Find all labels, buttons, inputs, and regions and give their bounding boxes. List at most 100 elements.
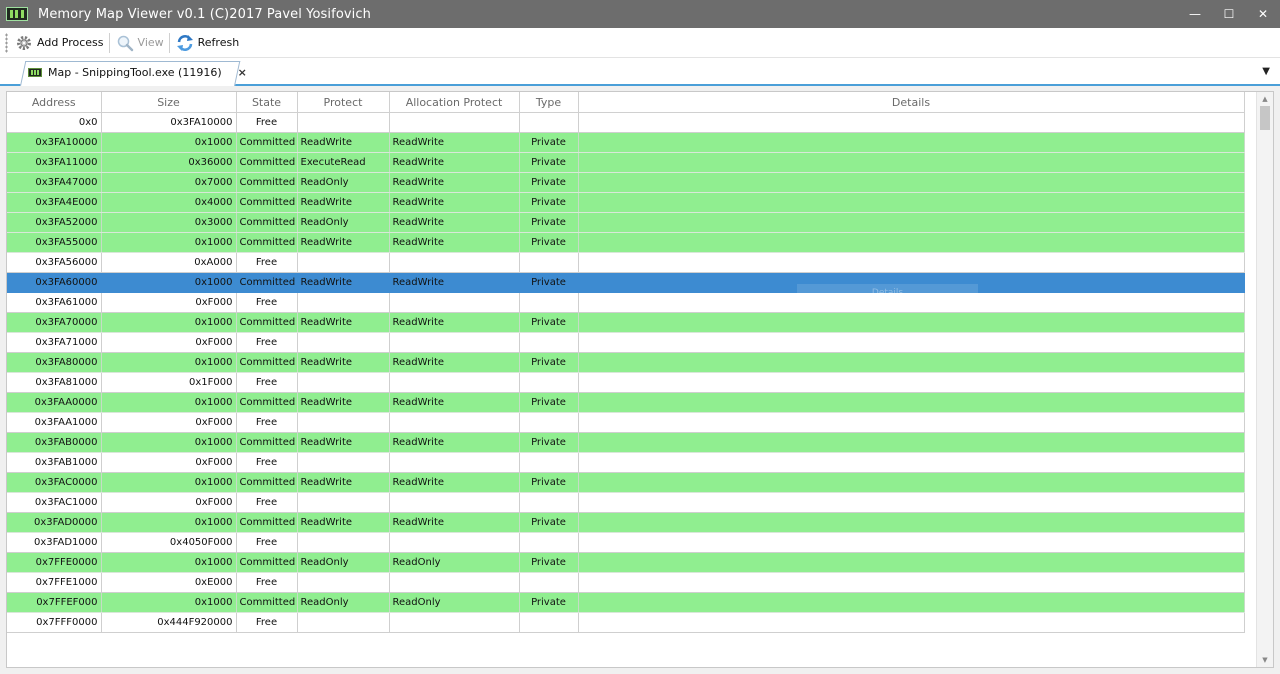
table-row[interactable]: 0x3FA70000 0x1000 Committed ReadWrite ReadWr… <box>7 312 1245 333</box>
table-row[interactable]: 0x3FA60000 0x1000 Committed ReadWrite ReadWr… <box>7 272 1245 293</box>
cell-protect: ReadWrite <box>297 472 390 493</box>
table-row[interactable]: 0x3FA81000 0x1F000 Free <box>7 372 1245 393</box>
cell-address: 0x3FA55000 <box>7 232 102 253</box>
cell-address: 0x3FA60000 <box>7 272 102 293</box>
table-row[interactable]: 0x7FFEF000 0x1000 Committed ReadOnly ReadOnl… <box>7 592 1245 613</box>
cell-address: 0x7FFE1000 <box>7 572 102 593</box>
table-row[interactable]: 0x3FAA1000 0xF000 Free <box>7 412 1245 433</box>
cell-state: Free <box>236 332 298 353</box>
cell-address: 0x3FAD1000 <box>7 532 102 553</box>
table-row[interactable]: 0x7FFE1000 0xE000 Free <box>7 572 1245 593</box>
cell-protect: ReadWrite <box>297 312 390 333</box>
memory-map-table: Address Size State Protect Allocation Pr… <box>7 92 1245 633</box>
cell-allocation-protect <box>389 372 520 393</box>
cell-protect: ReadWrite <box>297 352 390 373</box>
table-row[interactable]: 0x3FA47000 0x7000 Committed ReadOnly ReadWri… <box>7 172 1245 193</box>
cell-size: 0x7000 <box>101 172 237 193</box>
cell-protect <box>297 372 390 393</box>
cell-address: 0x3FA80000 <box>7 352 102 373</box>
cell-size: 0x1000 <box>101 472 237 493</box>
cell-type: Private <box>519 152 579 173</box>
column-header-address[interactable]: Address <box>7 92 102 113</box>
cell-size: 0xF000 <box>101 292 237 313</box>
table-row[interactable]: 0x3FA71000 0xF000 Free <box>7 332 1245 353</box>
table-row[interactable]: 0x3FA11000 0x36000 Committed ExecuteRead Rea… <box>7 152 1245 173</box>
table-row[interactable]: 0x3FAC1000 0xF000 Free <box>7 492 1245 513</box>
cell-details <box>578 552 1245 573</box>
table-row[interactable]: 0x3FAB0000 0x1000 Committed ReadWrite ReadWr… <box>7 432 1245 453</box>
cell-state: Committed <box>236 592 298 613</box>
title-bar: Memory Map Viewer v0.1 (C)2017 Pavel Yos… <box>0 0 1280 28</box>
view-button[interactable]: View <box>113 30 166 56</box>
cell-details <box>578 372 1245 393</box>
cell-size: 0xF000 <box>101 492 237 513</box>
vertical-scrollbar[interactable]: ▲ ▼ <box>1256 92 1273 667</box>
cell-size: 0x3FA10000 <box>101 112 237 133</box>
table-row[interactable]: 0x0 0x3FA10000 Free <box>7 112 1245 133</box>
refresh-button[interactable]: Refresh <box>173 30 242 56</box>
cell-address: 0x0 <box>7 112 102 133</box>
cell-protect: ReadOnly <box>297 552 390 573</box>
scroll-up-arrow-icon[interactable]: ▲ <box>1257 92 1273 106</box>
cell-allocation-protect: ReadWrite <box>389 192 520 213</box>
table-row[interactable]: 0x3FAC0000 0x1000 Committed ReadWrite ReadWr… <box>7 472 1245 493</box>
cell-size: 0x1000 <box>101 392 237 413</box>
cell-size: 0x444F920000 <box>101 612 237 633</box>
table-row[interactable]: 0x3FAD1000 0x4050F000 Free <box>7 532 1245 553</box>
minimize-button[interactable]: — <box>1178 0 1212 28</box>
cell-state: Committed <box>236 552 298 573</box>
cell-allocation-protect: ReadWrite <box>389 212 520 233</box>
table-row[interactable]: 0x3FA80000 0x1000 Committed ReadWrite ReadWr… <box>7 352 1245 373</box>
maximize-button[interactable]: ☐ <box>1212 0 1246 28</box>
tab-list-dropdown[interactable]: ▼ <box>1262 66 1270 77</box>
cell-size: 0x1000 <box>101 512 237 533</box>
table-row[interactable]: 0x3FA4E000 0x4000 Committed ReadWrite ReadWr… <box>7 192 1245 213</box>
table-row[interactable]: 0x3FA52000 0x3000 Committed ReadOnly ReadWri… <box>7 212 1245 233</box>
column-header-size[interactable]: Size <box>101 92 237 113</box>
close-button[interactable]: ✕ <box>1246 0 1280 28</box>
cell-type <box>519 452 579 473</box>
column-header-protect[interactable]: Protect <box>297 92 390 113</box>
cell-protect: ReadWrite <box>297 272 390 293</box>
cell-protect: ReadWrite <box>297 232 390 253</box>
table-row[interactable]: 0x3FA55000 0x1000 Committed ReadWrite ReadWr… <box>7 232 1245 253</box>
cell-allocation-protect <box>389 112 520 133</box>
table-row[interactable]: 0x3FAD0000 0x1000 Committed ReadWrite ReadWr… <box>7 512 1245 533</box>
tab-close-button[interactable]: × <box>238 66 247 79</box>
cell-size: 0x1000 <box>101 592 237 613</box>
toolbar: Add Process View Refresh <box>0 28 1280 58</box>
cell-state: Committed <box>236 232 298 253</box>
table-row[interactable]: 0x3FAA0000 0x1000 Committed ReadWrite ReadWr… <box>7 392 1245 413</box>
scrollbar-thumb[interactable] <box>1260 106 1270 130</box>
scroll-down-arrow-icon[interactable]: ▼ <box>1257 653 1273 667</box>
cell-type: Private <box>519 592 579 613</box>
toolbar-separator <box>168 32 170 53</box>
cell-address: 0x3FAB1000 <box>7 452 102 473</box>
add-process-button[interactable]: Add Process <box>12 30 106 56</box>
document-tab-strip: Map - SnippingTool.exe (11916) × ▼ <box>0 58 1280 86</box>
cell-protect <box>297 252 390 273</box>
cell-state: Free <box>236 372 298 393</box>
view-label: View <box>137 36 164 49</box>
cell-size: 0xF000 <box>101 412 237 433</box>
toolbar-grip[interactable] <box>5 32 8 53</box>
table-row[interactable]: 0x7FFE0000 0x1000 Committed ReadOnly ReadOnl… <box>7 552 1245 573</box>
table-row[interactable]: 0x3FAB1000 0xF000 Free <box>7 452 1245 473</box>
cell-type: Private <box>519 172 579 193</box>
column-header-allocation-protect[interactable]: Allocation Protect <box>389 92 520 113</box>
window-controls: — ☐ ✕ <box>1178 0 1280 28</box>
cell-address: 0x7FFEF000 <box>7 592 102 613</box>
table-row[interactable]: 0x3FA56000 0xA000 Free <box>7 252 1245 273</box>
cell-size: 0x1000 <box>101 272 237 293</box>
cell-state: Committed <box>236 132 298 153</box>
table-row[interactable]: 0x7FFF0000 0x444F920000 Free <box>7 612 1245 633</box>
column-header-type[interactable]: Type <box>519 92 579 113</box>
cell-allocation-protect: ReadWrite <box>389 172 520 193</box>
table-row[interactable]: 0x3FA10000 0x1000 Committed ReadWrite ReadWr… <box>7 132 1245 153</box>
tab-header[interactable]: Map - SnippingTool.exe (11916) × <box>28 61 247 84</box>
cell-allocation-protect: ReadOnly <box>389 592 520 613</box>
table-row[interactable]: 0x3FA61000 0xF000 Free <box>7 292 1245 313</box>
column-header-details[interactable]: Details <box>578 92 1245 113</box>
column-header-state[interactable]: State <box>236 92 298 113</box>
cell-details <box>578 152 1245 173</box>
